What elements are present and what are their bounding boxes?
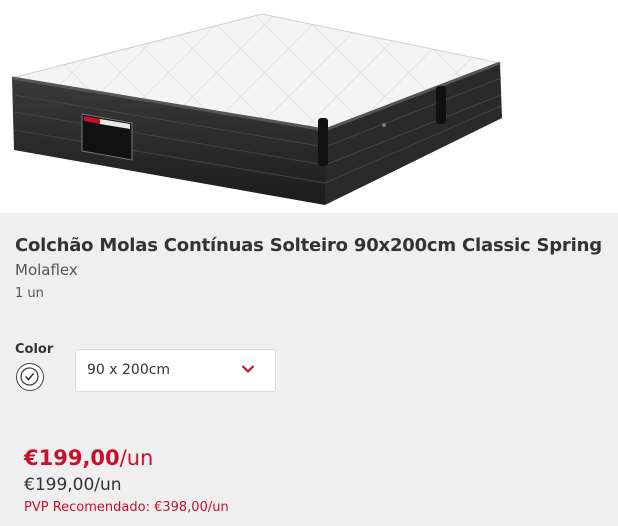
recommended-price: PVP Recomendado: €398,00/un [24,500,229,515]
size-select[interactable]: 90 x 200cm [75,349,276,392]
product-title[interactable]: Colchão Molas Contínuas Solteiro 90x200c… [15,235,602,256]
product-brand[interactable]: Molaflex [15,261,78,279]
price-amount: €199,00 [24,446,120,470]
product-info-panel: Colchão Molas Contínuas Solteiro 90x200c… [0,213,618,526]
product-image[interactable] [0,0,618,213]
reference-price: €199,00/un [24,475,122,495]
chevron-down-icon [241,365,255,374]
checkmark-circle-icon [20,367,39,386]
current-price: €199,00/un [24,446,153,470]
product-quantity: 1 un [15,286,44,301]
color-label: Color [15,342,54,357]
mattress-image [11,13,502,205]
size-select-value: 90 x 200cm [87,362,171,378]
price-unit: /un [119,446,154,470]
color-swatch[interactable] [16,363,44,391]
